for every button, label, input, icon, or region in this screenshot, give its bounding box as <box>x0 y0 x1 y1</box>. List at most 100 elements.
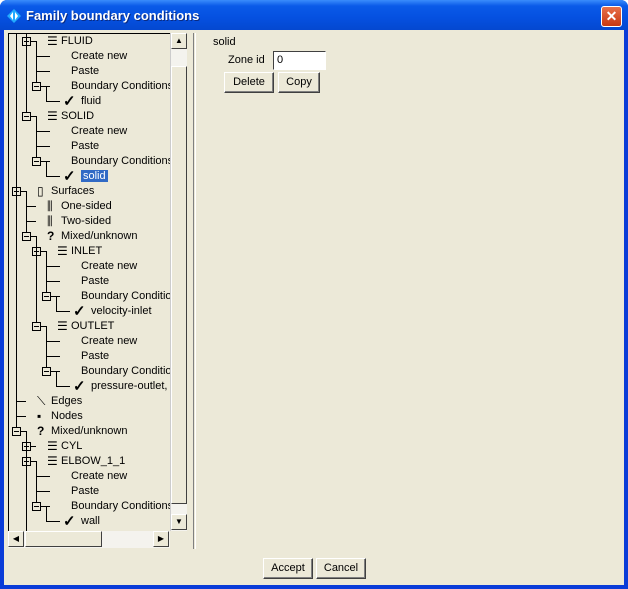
tree-line <box>46 251 47 297</box>
tree-item[interactable]: Paste <box>71 484 99 499</box>
tree-item-label: ELBOW_1_1 <box>61 455 126 467</box>
tree-item-label: Boundary Conditions <box>81 290 170 302</box>
vertical-scroll-thumb[interactable] <box>171 66 187 504</box>
tree-item[interactable]: Create new <box>81 334 137 349</box>
tree-item[interactable]: Create new <box>71 469 127 484</box>
edge-icon: ⟍ <box>37 394 46 408</box>
tree-item-label: pressure-outlet, , <box>91 380 170 392</box>
horizontal-scrollbar[interactable]: ◀ ▶ <box>8 531 170 548</box>
tree-item[interactable]: SOLID <box>61 109 94 124</box>
family-icon: ☰ <box>57 319 68 333</box>
family-icon: ☰ <box>47 439 58 453</box>
tree-line <box>36 236 37 327</box>
delete-button[interactable]: Delete <box>224 72 274 93</box>
family-icon: ☰ <box>47 109 58 123</box>
check-icon: ✓ <box>63 168 76 185</box>
collapse-toggle[interactable] <box>42 292 51 301</box>
check-icon: ✓ <box>63 513 76 530</box>
tree-item[interactable]: Surfaces <box>51 184 94 199</box>
tree-item[interactable]: Create new <box>81 259 137 274</box>
zone-id-input[interactable]: 0 <box>273 51 326 70</box>
tree-item[interactable]: Paste <box>71 139 99 154</box>
collapse-toggle[interactable] <box>42 367 51 376</box>
tree-item[interactable]: solid <box>81 169 108 184</box>
tree-item-label: Paste <box>71 140 100 152</box>
close-button[interactable]: ✕ <box>601 6 622 27</box>
tree-line <box>26 191 27 237</box>
tree-item[interactable]: ELBOW_1_1 <box>61 454 125 469</box>
tree-item[interactable]: Two-sided <box>61 214 111 229</box>
one-sided-icon: ⫼ <box>47 199 53 213</box>
tree-line <box>56 386 70 387</box>
tree-line <box>46 356 60 357</box>
tree-item[interactable]: wall <box>81 514 100 529</box>
tree-item-label: Create new <box>71 125 128 137</box>
family-icon: ☰ <box>47 34 58 48</box>
tree-item-label: Create new <box>81 335 138 347</box>
tree-item[interactable]: Boundary Conditions <box>81 364 170 379</box>
tree-item[interactable]: INLET <box>71 244 102 259</box>
question-icon: ? <box>37 424 45 438</box>
splitter[interactable] <box>193 33 196 549</box>
tree-item-label: Boundary Conditions <box>71 80 170 92</box>
tree-item-label: Two-sided <box>61 215 112 227</box>
tree-line <box>36 131 50 132</box>
tree-line <box>46 281 60 282</box>
scroll-up-button[interactable]: ▲ <box>171 33 187 49</box>
tree-line <box>16 416 26 417</box>
tree-item[interactable]: CYL <box>61 439 82 454</box>
family-tree[interactable]: ☰ FLUID Create new Paste Boundary Conditions… <box>8 33 170 531</box>
tree-item-label: solid <box>81 170 108 182</box>
tree-item-label: Edges <box>51 395 83 407</box>
tree-item[interactable]: Boundary Conditions <box>71 499 170 514</box>
tree-item[interactable]: Edges <box>51 394 82 409</box>
client-area: ☰ FLUID Create new Paste Boundary Conditions… <box>4 30 624 585</box>
tree-line <box>46 506 47 522</box>
tree-item[interactable]: Mixed/unknown <box>51 424 127 439</box>
tree-item[interactable]: FLUID <box>61 34 93 49</box>
tree-item-label: FLUID <box>61 35 93 47</box>
tree-item[interactable]: pressure-outlet, , <box>91 379 170 394</box>
tree-item[interactable]: Paste <box>71 64 99 79</box>
tree-item[interactable]: One-sided <box>61 199 112 214</box>
tree-item[interactable]: Nodes <box>51 409 83 424</box>
tree-line <box>46 341 60 342</box>
collapse-toggle[interactable] <box>32 157 41 166</box>
tree-item-label: Boundary Conditions <box>71 155 170 167</box>
collapse-toggle[interactable] <box>32 82 41 91</box>
vertical-scrollbar[interactable]: ▲ ▼ <box>170 33 187 531</box>
tree-item[interactable]: fluid <box>81 94 101 109</box>
collapse-toggle[interactable] <box>32 322 41 331</box>
collapse-toggle[interactable] <box>22 112 31 121</box>
scroll-down-button[interactable]: ▼ <box>171 514 187 530</box>
tree-item[interactable]: OUTLET <box>71 319 114 334</box>
tree-item[interactable]: Boundary Conditions <box>71 154 170 169</box>
collapse-toggle[interactable] <box>12 427 21 436</box>
tree-line <box>56 296 57 312</box>
tree-line <box>36 116 37 162</box>
tree-item[interactable]: Boundary Conditions <box>81 289 170 304</box>
tree-item[interactable]: Paste <box>81 349 109 364</box>
cancel-button[interactable]: Cancel <box>316 558 366 579</box>
scroll-left-button[interactable]: ◀ <box>8 531 24 547</box>
collapse-toggle[interactable] <box>22 232 31 241</box>
tree-item[interactable]: Create new <box>71 49 127 64</box>
tree-line <box>56 371 57 387</box>
family-icon: ☰ <box>47 454 58 468</box>
accept-button[interactable]: Accept <box>263 558 313 579</box>
tree-item-label: Paste <box>81 275 110 287</box>
tree-item[interactable]: Paste <box>81 274 109 289</box>
tree-line <box>26 431 27 531</box>
tree-line <box>46 266 60 267</box>
tree-line <box>46 161 47 177</box>
family-icon: ☰ <box>57 244 68 258</box>
tree-item[interactable]: Create new <box>71 124 127 139</box>
scroll-right-button[interactable]: ▶ <box>153 531 169 547</box>
tree-item[interactable]: velocity-inlet <box>91 304 152 319</box>
copy-button[interactable]: Copy <box>278 72 320 93</box>
tree-item-label: Create new <box>81 260 138 272</box>
horizontal-scroll-thumb[interactable] <box>25 531 102 547</box>
tree-item[interactable]: Boundary Conditions <box>71 79 170 94</box>
collapse-toggle[interactable] <box>32 502 41 511</box>
tree-item[interactable]: Mixed/unknown <box>61 229 137 244</box>
